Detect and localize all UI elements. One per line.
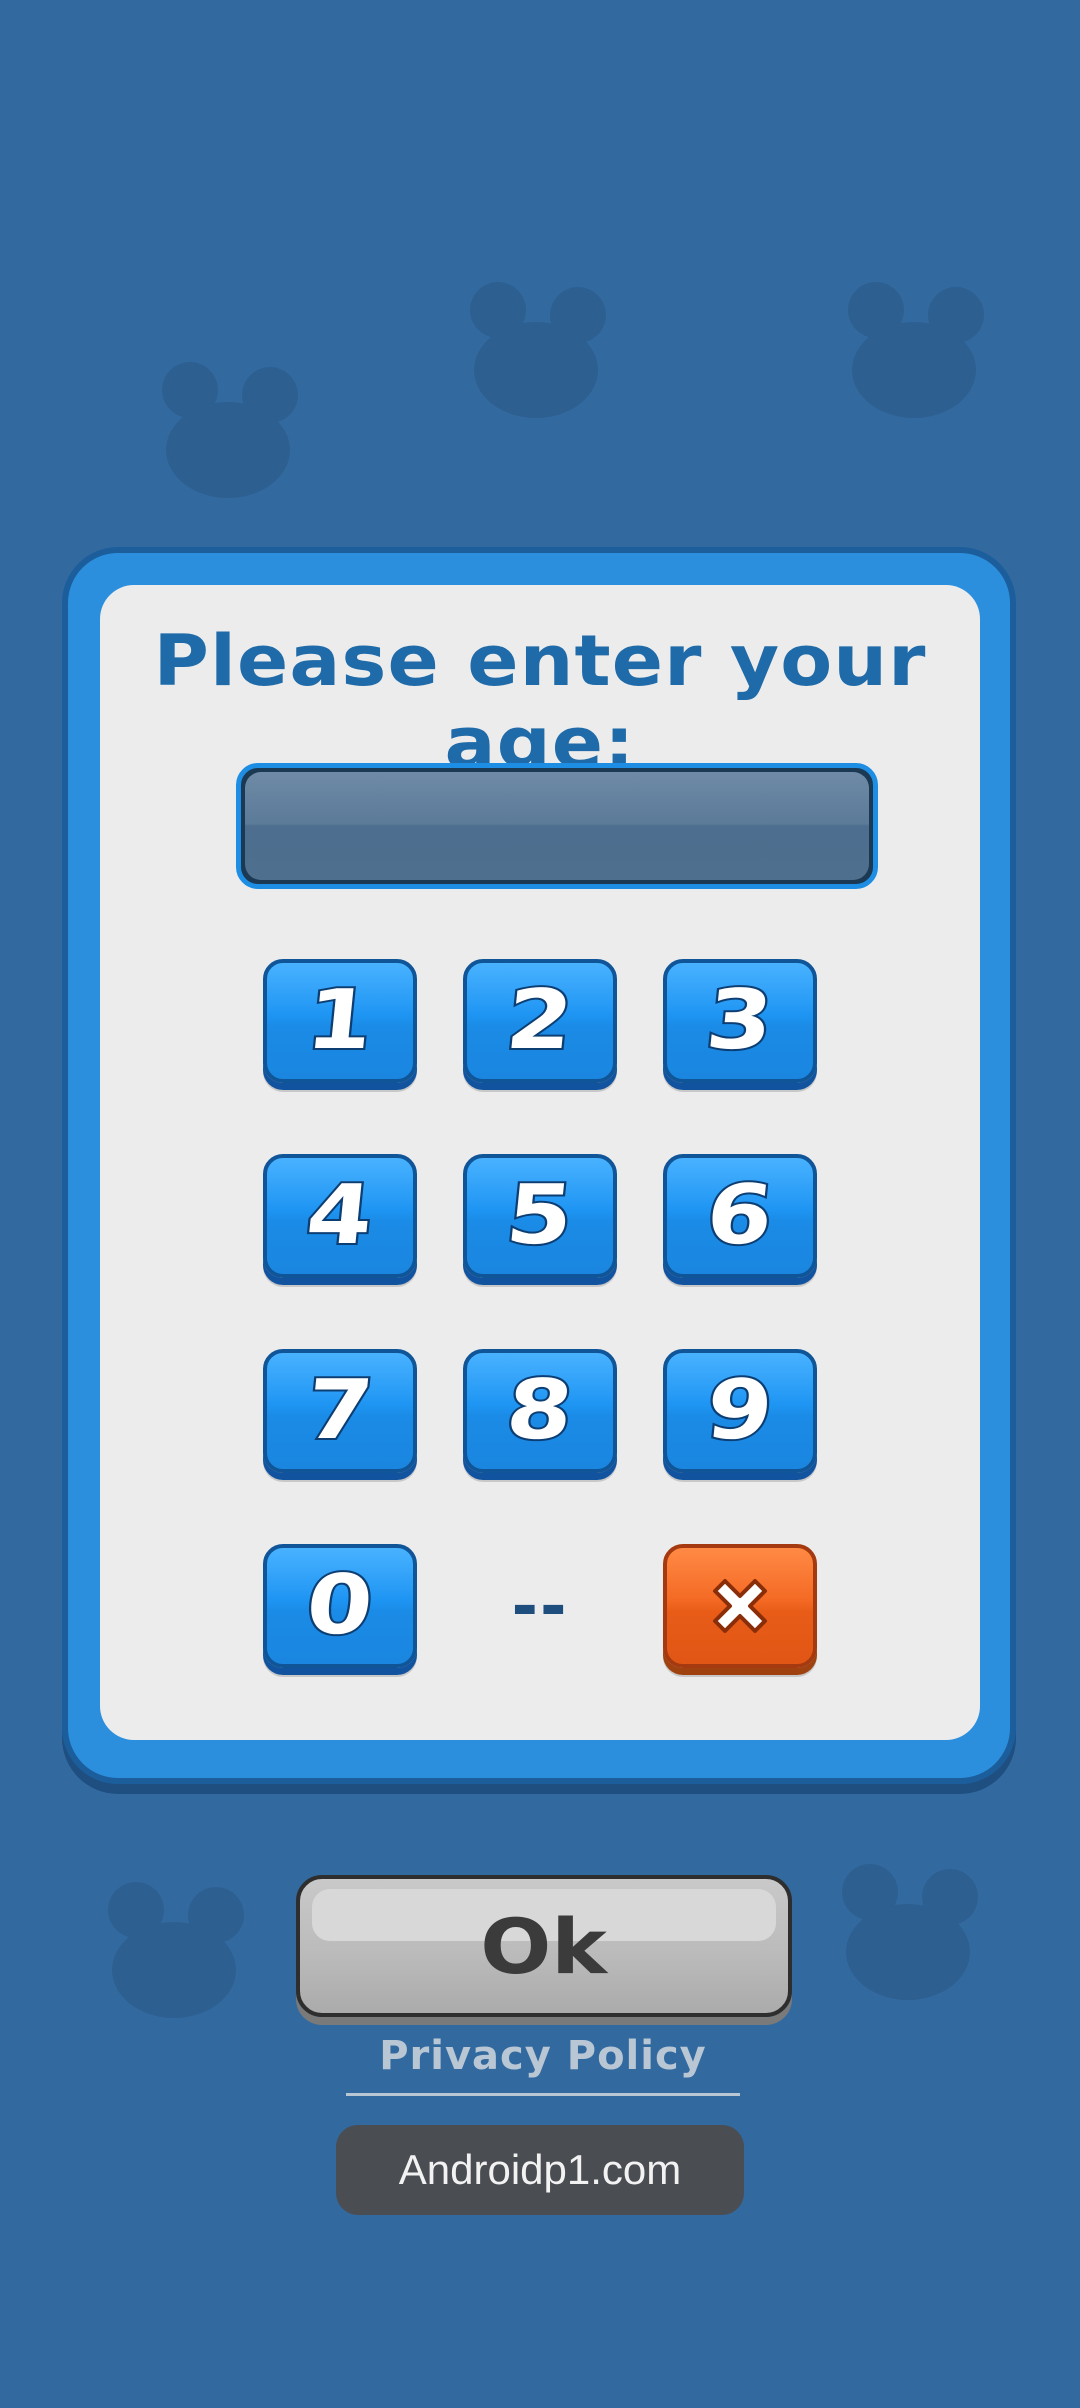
age-display-value — [245, 772, 869, 880]
key-9-button[interactable]: 9 — [663, 1349, 817, 1473]
key-label: 8 — [500, 1361, 579, 1460]
mouse-mascot-icon — [96, 1880, 246, 2020]
key-5-button[interactable]: 5 — [463, 1154, 617, 1278]
ok-button-label: Ok — [480, 1901, 608, 1991]
delete-button[interactable] — [663, 1544, 817, 1668]
key-label: 7 — [300, 1361, 379, 1460]
key-label: 5 — [500, 1166, 579, 1265]
key-label: 9 — [700, 1361, 779, 1460]
key-label: 6 — [700, 1166, 779, 1265]
key-label: 4 — [300, 1166, 379, 1265]
key-label: 2 — [500, 971, 579, 1070]
mouse-mascot-icon — [836, 280, 986, 420]
key-6-button[interactable]: 6 — [663, 1154, 817, 1278]
key-label: 3 — [700, 971, 779, 1070]
key-4-button[interactable]: 4 — [263, 1154, 417, 1278]
dialog-title: Please enter your age: — [153, 620, 927, 784]
mouse-mascot-icon — [830, 1862, 980, 2002]
key-1-button[interactable]: 1 — [263, 959, 417, 1083]
key-7-button[interactable]: 7 — [263, 1349, 417, 1473]
ok-button[interactable]: Ok — [296, 1875, 792, 2017]
close-x-icon — [713, 1579, 767, 1633]
key-label: 0 — [300, 1556, 379, 1655]
watermark-badge: Androidp1.com — [336, 2125, 744, 2215]
age-display-field — [236, 763, 878, 889]
mouse-mascot-icon — [458, 280, 608, 420]
age-separator-dash: -- — [511, 1570, 569, 1644]
privacy-policy-link[interactable]: Privacy Policy — [346, 2033, 740, 2096]
key-label: 1 — [300, 971, 379, 1070]
key-0-button[interactable]: 0 — [263, 1544, 417, 1668]
key-3-button[interactable]: 3 — [663, 959, 817, 1083]
mouse-mascot-icon — [150, 360, 300, 500]
key-8-button[interactable]: 8 — [463, 1349, 617, 1473]
key-2-button[interactable]: 2 — [463, 959, 617, 1083]
